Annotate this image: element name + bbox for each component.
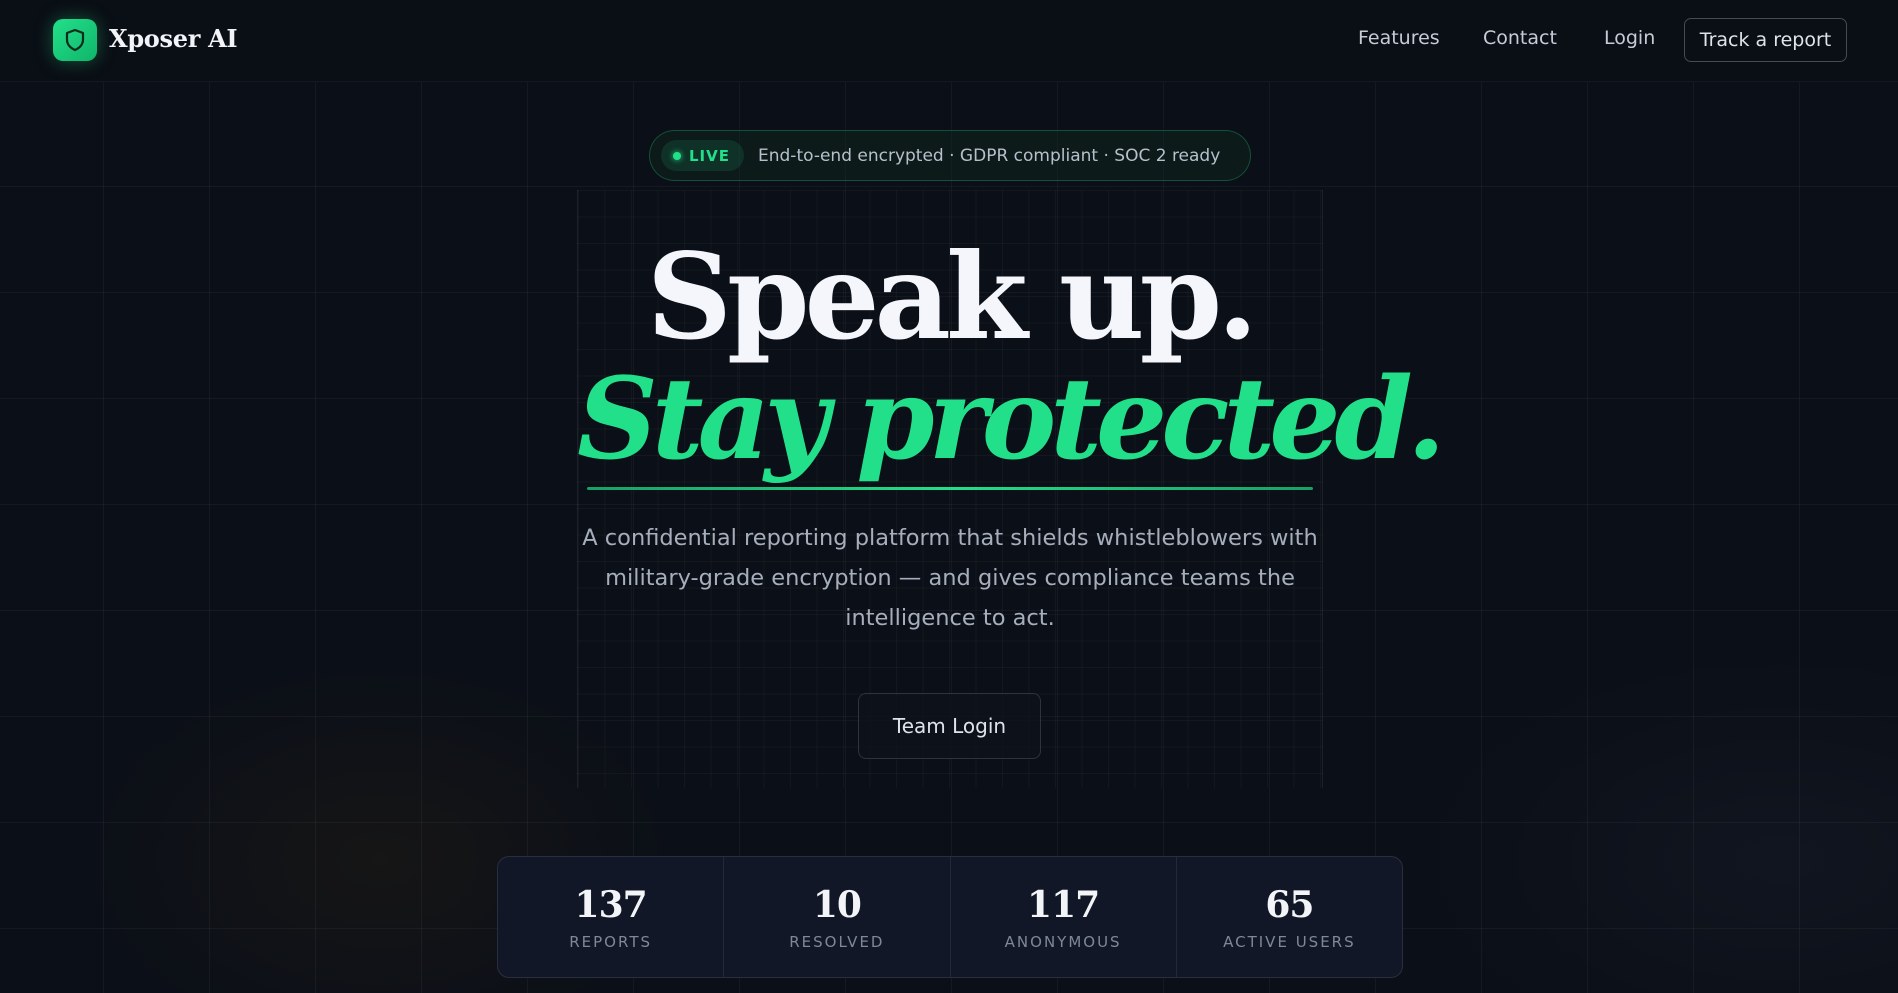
headline-accent: Stay protected. <box>577 354 1446 485</box>
stat-label: RESOLVED <box>789 933 885 951</box>
headline: Speak up. <box>646 227 1258 366</box>
headline-underline <box>587 487 1313 490</box>
status-pill: LIVE End-to-end encrypted · GDPR complia… <box>649 130 1251 181</box>
live-label: LIVE <box>689 146 730 165</box>
stat-value: 65 <box>1265 884 1314 926</box>
nav-features[interactable]: Features <box>1358 27 1440 49</box>
stat-label: ANONYMOUS <box>1004 933 1122 951</box>
stat-resolved: 10 RESOLVED <box>724 857 951 977</box>
shield-icon[interactable] <box>53 19 97 61</box>
brand-name[interactable]: Xposer AI <box>109 24 238 53</box>
live-badge: LIVE <box>661 140 744 171</box>
track-report-button[interactable]: Track a report <box>1684 18 1847 62</box>
stat-active-users: 65 ACTIVE USERS <box>1177 857 1402 977</box>
live-dot-icon <box>673 151 681 160</box>
stats-bar: 137 REPORTS 10 RESOLVED 117 ANONYMOUS 65… <box>497 856 1403 978</box>
stat-reports: 137 REPORTS <box>498 857 725 977</box>
nav-login[interactable]: Login <box>1604 27 1655 49</box>
stat-value: 117 <box>1027 884 1100 926</box>
compliance-text: End-to-end encrypted · GDPR compliant · … <box>758 145 1221 166</box>
top-nav: Xposer AI Features Contact Login Track a… <box>0 0 1898 82</box>
stat-label: ACTIVE USERS <box>1223 933 1356 951</box>
stat-label: REPORTS <box>569 933 653 951</box>
team-login-button[interactable]: Team Login <box>858 693 1041 759</box>
hero-subtitle: A confidential reporting platform that s… <box>582 525 1318 631</box>
stat-anonymous: 117 ANONYMOUS <box>951 857 1177 977</box>
page: Xposer AI Features Contact Login Track a… <box>0 0 1898 993</box>
nav-contact[interactable]: Contact <box>1483 27 1557 49</box>
stat-value: 10 <box>812 884 862 926</box>
stat-value: 137 <box>574 884 648 926</box>
